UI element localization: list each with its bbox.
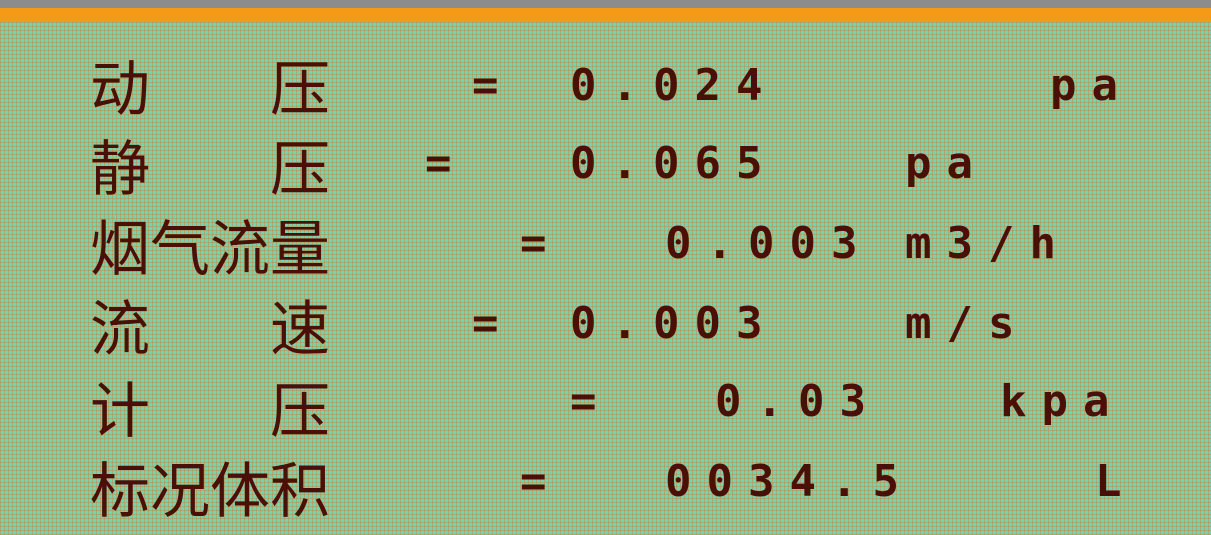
accent-title-bar <box>0 8 1211 22</box>
reading-unit: L <box>1095 456 1137 507</box>
reading-unit: m3/h <box>905 218 1071 269</box>
row-label: 动 压 <box>90 55 330 125</box>
equals-sign: = <box>425 138 452 189</box>
reading-unit: pa <box>905 138 988 189</box>
reading-unit: m/s <box>905 298 1030 349</box>
row-label: 烟气流量 <box>90 215 330 285</box>
reading-value: 0.003 <box>570 298 778 349</box>
top-window-bar <box>0 0 1211 8</box>
row-label: 标况体积 <box>90 457 330 527</box>
reading-value: 0.024 <box>570 60 778 111</box>
equals-sign: = <box>520 456 547 507</box>
row-label: 静 压 <box>90 135 330 205</box>
equals-sign: = <box>520 218 547 269</box>
row-label: 流 速 <box>90 295 330 365</box>
reading-unit: pa <box>1050 60 1133 111</box>
equals-sign: = <box>472 298 499 349</box>
reading-value: 0.065 <box>570 138 778 189</box>
reading-value: 0034.5 <box>665 456 914 507</box>
row-label: 计 压 <box>90 377 330 447</box>
reading-value: 0.03 <box>715 376 881 427</box>
lcd-display-panel: 动 压 = 0.024 pa 静 压 = 0.065 pa 烟气流量 = 0.0… <box>0 22 1211 535</box>
equals-sign: = <box>570 376 597 427</box>
reading-value: 0.003 <box>665 218 873 269</box>
reading-unit: kpa <box>1000 376 1125 427</box>
equals-sign: = <box>472 60 499 111</box>
